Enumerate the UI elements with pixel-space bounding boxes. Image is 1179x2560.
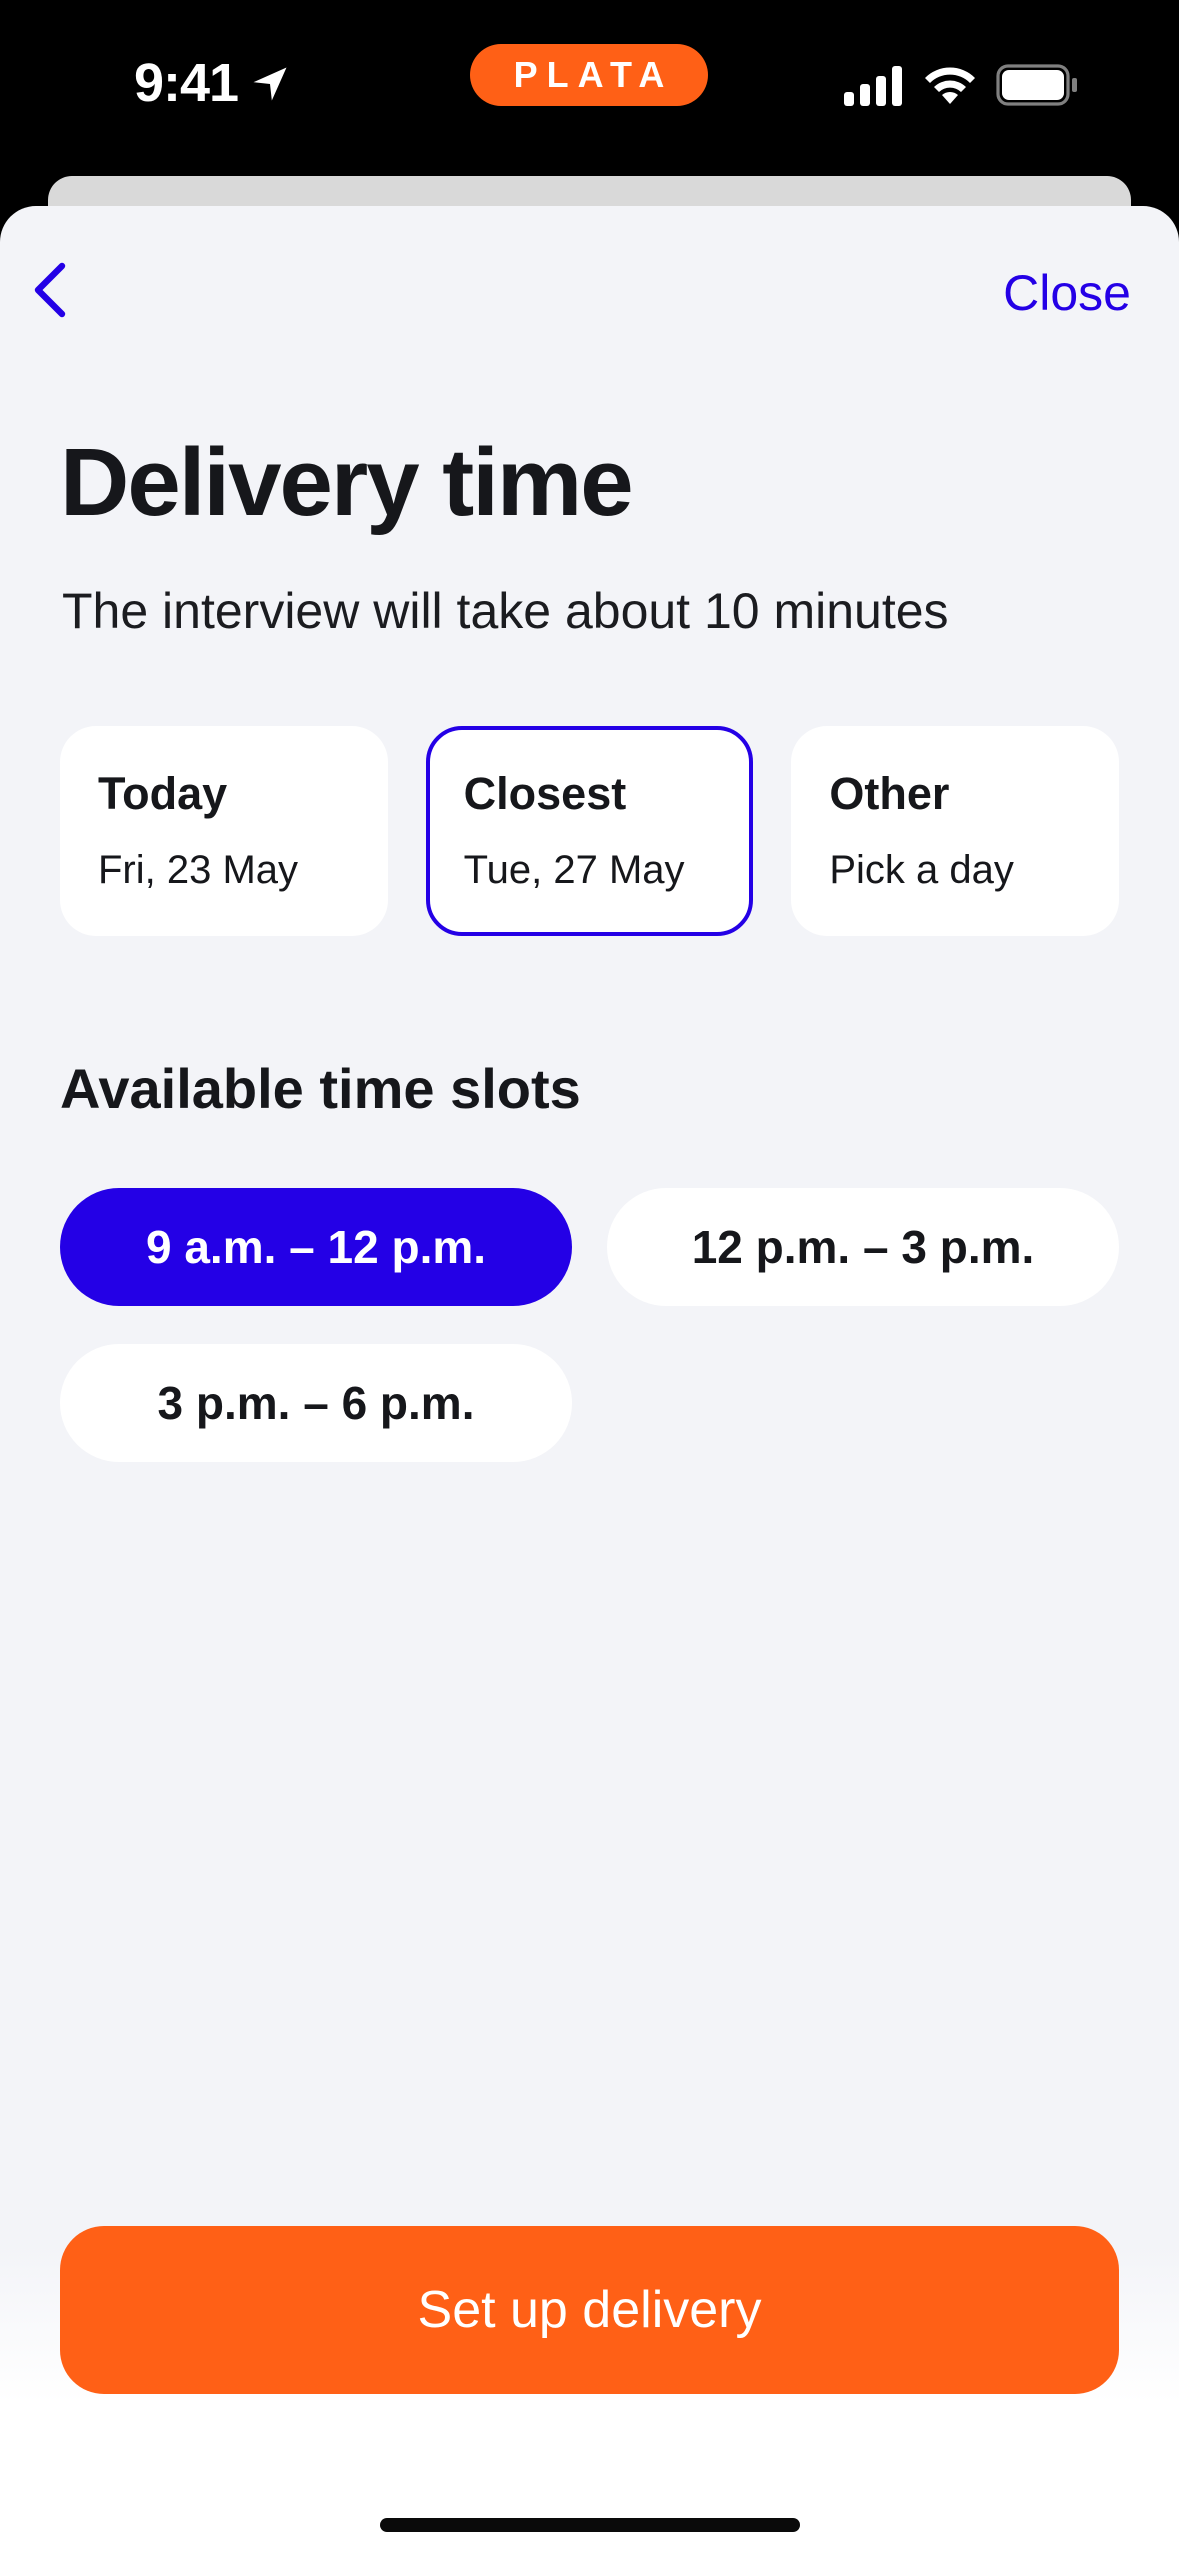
time-slot-9-12[interactable]: 9 a.m. – 12 p.m. (60, 1188, 572, 1306)
back-button[interactable] (18, 258, 82, 322)
delivery-time-sheet: Close Delivery time The interview will t… (0, 206, 1179, 2560)
time-slot-list: 9 a.m. – 12 p.m. 12 p.m. – 3 p.m. 3 p.m.… (60, 1188, 1119, 1462)
set-up-delivery-button[interactable]: Set up delivery (60, 2226, 1119, 2394)
day-option-today[interactable]: Today Fri, 23 May (60, 726, 388, 936)
wifi-icon (925, 67, 975, 104)
status-bar: 9:41 PLATA (0, 0, 1179, 176)
cellular-signal-icon (844, 66, 902, 106)
brand-logo: PLATA (470, 44, 708, 106)
day-option-date: Fri, 23 May (98, 848, 299, 892)
home-indicator (380, 2518, 800, 2532)
time-slots-heading: Available time slots (60, 1057, 581, 1120)
day-option-title: Today (98, 768, 228, 819)
chevron-left-icon (34, 262, 66, 318)
close-button[interactable]: Close (1003, 264, 1131, 322)
battery-icon (996, 64, 1077, 106)
day-option-title: Closest (463, 768, 627, 819)
page-title: Delivery time (60, 429, 634, 536)
page-subtitle: The interview will take about 10 minutes (62, 583, 949, 639)
location-arrow-icon (253, 67, 287, 101)
status-time: 9:41 (134, 53, 239, 113)
time-slot-3-6[interactable]: 3 p.m. – 6 p.m. (60, 1344, 572, 1462)
day-option-title: Other (829, 768, 950, 819)
day-option-date: Tue, 27 May (463, 848, 685, 892)
day-option-other[interactable]: Other Pick a day (791, 726, 1120, 936)
day-option-date: Pick a day (829, 848, 1014, 892)
time-slot-12-3[interactable]: 12 p.m. – 3 p.m. (607, 1188, 1119, 1306)
day-options: Today Fri, 23 May Closest Tue, 27 May Ot… (60, 726, 1120, 936)
day-option-closest[interactable]: Closest Tue, 27 May (425, 726, 754, 936)
